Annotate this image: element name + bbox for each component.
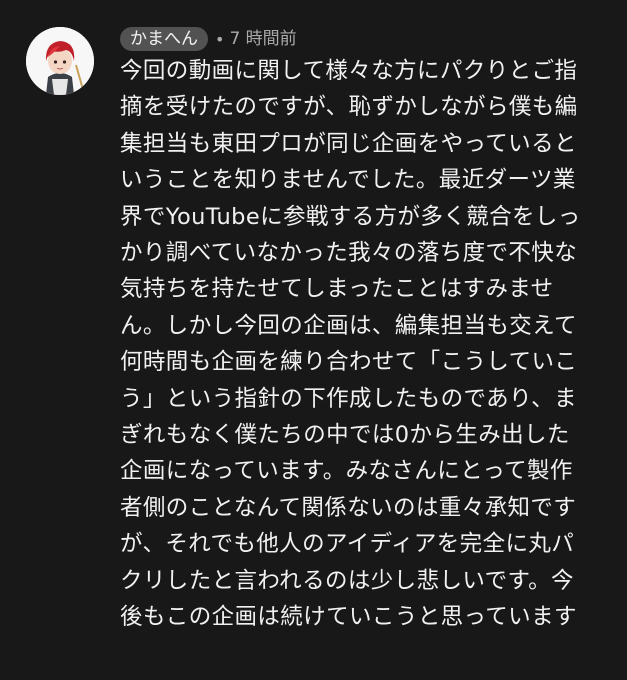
comment-text-line: 摘を受けたのですが、恥ずかしながら僕も編 bbox=[120, 94, 578, 121]
comment-text-line: かり調べていなかった我々の落ち度で不快な bbox=[120, 240, 578, 267]
comment-text-line: 後もこの企画は続けていこうと思っています bbox=[120, 604, 577, 631]
comment-text-line: う」という指針の下作成したものであり、ま bbox=[120, 385, 577, 412]
comment-text-line: 界でYouTubeに参戦する方が多く競合をしっ bbox=[120, 203, 581, 230]
comment-timestamp[interactable]: 7 時間前 bbox=[229, 27, 296, 51]
comment-header: かまへん • 7 時間前 bbox=[120, 26, 297, 52]
comment-text-line: 集担当も東田プロが同じ企画をやっていると bbox=[120, 130, 577, 157]
comment-thread-item: かまへん • 7 時間前 今回の動画に関して様々な方にパクりとご指 摘を受けたので… bbox=[0, 0, 627, 680]
comment-text-line: ん。しかし今回の企画は、編集担当も交えて bbox=[120, 312, 577, 339]
comment-text-line: 企画になっています。みなさんにとって製作 bbox=[120, 458, 573, 485]
meta-separator: • bbox=[215, 29, 225, 49]
comment-text-line: クリしたと言われるのは少し悲しいです。今 bbox=[120, 567, 574, 594]
comment-text-line: 今回の動画に関して様々な方にパクりとご指 bbox=[120, 58, 578, 84]
avatar-illustration-icon bbox=[26, 27, 94, 95]
comment-text-line: が、それでも他人のアイディアを完全に丸パ bbox=[120, 531, 575, 558]
author-name-chip[interactable]: かまへん bbox=[120, 27, 208, 51]
comment-text-line: 者側のことなんて関係ないのは重々承知です bbox=[120, 494, 577, 521]
comment-text: 今回の動画に関して様々な方にパクりとご指 摘を受けたのですが、恥ずかしながら僕も編… bbox=[120, 53, 592, 636]
comment-text-line: いうことを知りませんでした。最近ダーツ業 bbox=[120, 167, 576, 194]
avatar[interactable] bbox=[26, 27, 94, 95]
comment-text-line: 何時間も企画を練り合わせて「こうしていこ bbox=[120, 349, 578, 376]
comment-text-line: 気持ちを持たせてしまったことはすみませ bbox=[120, 276, 554, 303]
comment-text-line: ぎれもなく僕たちの中では0から生み出した bbox=[120, 422, 570, 449]
